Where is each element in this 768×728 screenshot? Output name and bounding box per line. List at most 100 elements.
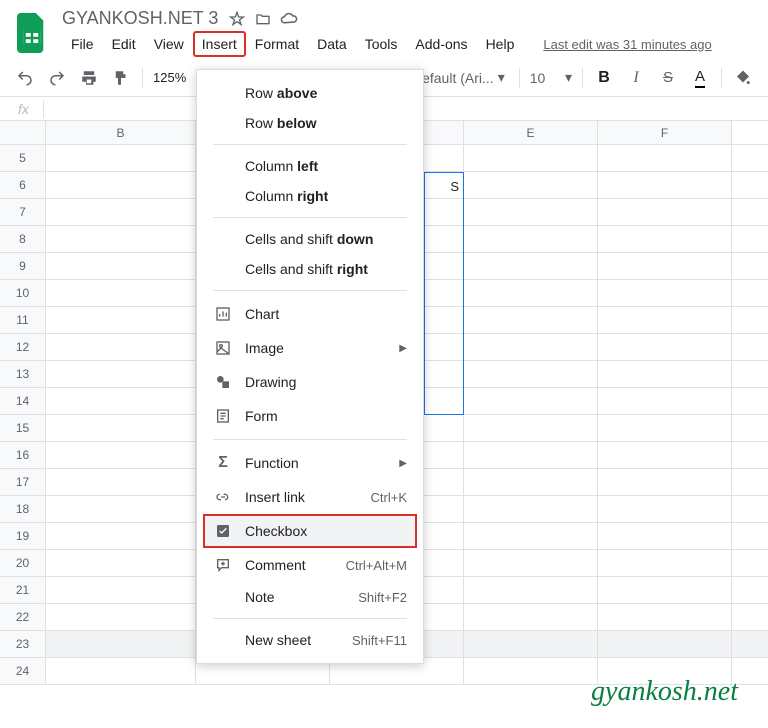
row-header[interactable]: 22 — [0, 604, 46, 630]
row-header[interactable]: 7 — [0, 199, 46, 225]
insert-form[interactable]: Form — [197, 399, 423, 433]
cell[interactable] — [464, 469, 598, 495]
cell[interactable] — [46, 469, 196, 495]
menu-data[interactable]: Data — [308, 31, 356, 57]
cell[interactable] — [464, 388, 598, 414]
cell[interactable] — [464, 631, 598, 657]
menu-file[interactable]: File — [62, 31, 103, 57]
cell[interactable] — [464, 496, 598, 522]
cell[interactable] — [46, 334, 196, 360]
cell[interactable] — [598, 172, 732, 198]
cell[interactable] — [46, 253, 196, 279]
insert-chart[interactable]: Chart — [197, 297, 423, 331]
cloud-status-icon[interactable] — [280, 10, 298, 28]
cell[interactable] — [46, 415, 196, 441]
cell[interactable] — [46, 550, 196, 576]
cell[interactable] — [464, 307, 598, 333]
cell[interactable] — [46, 172, 196, 198]
cell[interactable] — [46, 361, 196, 387]
cell[interactable] — [464, 145, 598, 171]
cell[interactable] — [598, 442, 732, 468]
cell[interactable] — [598, 415, 732, 441]
cell[interactable] — [46, 145, 196, 171]
cell[interactable] — [46, 199, 196, 225]
cell[interactable] — [464, 334, 598, 360]
last-edit-link[interactable]: Last edit was 31 minutes ago — [543, 37, 711, 52]
insert-row-below[interactable]: Row below — [197, 108, 423, 138]
cell[interactable] — [464, 280, 598, 306]
zoom-value[interactable]: 125% — [153, 70, 186, 85]
font-size-select[interactable]: 10 ▾ — [530, 69, 572, 86]
undo-icon[interactable] — [14, 67, 36, 89]
cell[interactable] — [464, 523, 598, 549]
insert-comment[interactable]: CommentCtrl+Alt+M — [197, 548, 423, 582]
cell[interactable] — [464, 658, 598, 684]
column-header[interactable]: F — [598, 121, 732, 144]
cell[interactable] — [46, 307, 196, 333]
cell[interactable] — [46, 442, 196, 468]
cell[interactable] — [46, 280, 196, 306]
move-folder-icon[interactable] — [254, 10, 272, 28]
column-header[interactable]: B — [46, 121, 196, 144]
insert-drawing[interactable]: Drawing — [197, 365, 423, 399]
cell[interactable] — [46, 631, 196, 657]
row-header[interactable]: 18 — [0, 496, 46, 522]
cell[interactable] — [46, 226, 196, 252]
row-header[interactable]: 6 — [0, 172, 46, 198]
row-header[interactable]: 20 — [0, 550, 46, 576]
menu-help[interactable]: Help — [477, 31, 524, 57]
cell[interactable] — [46, 577, 196, 603]
menu-edit[interactable]: Edit — [103, 31, 145, 57]
cell[interactable] — [598, 307, 732, 333]
row-header[interactable]: 10 — [0, 280, 46, 306]
cell[interactable] — [598, 631, 732, 657]
row-header[interactable]: 11 — [0, 307, 46, 333]
cell[interactable] — [464, 253, 598, 279]
row-header[interactable]: 15 — [0, 415, 46, 441]
cell[interactable] — [46, 496, 196, 522]
row-header[interactable]: 24 — [0, 658, 46, 684]
redo-icon[interactable] — [46, 67, 68, 89]
print-icon[interactable] — [78, 67, 100, 89]
row-header[interactable]: 13 — [0, 361, 46, 387]
row-header[interactable]: 23 — [0, 631, 46, 657]
text-color-icon[interactable]: A — [689, 67, 711, 89]
menu-format[interactable]: Format — [246, 31, 308, 57]
insert-cells-right[interactable]: Cells and shift right — [197, 254, 423, 284]
insert-new-sheet[interactable]: New sheetShift+F11 — [197, 625, 423, 655]
paint-format-icon[interactable] — [110, 67, 132, 89]
cell[interactable] — [464, 604, 598, 630]
row-header[interactable]: 5 — [0, 145, 46, 171]
cell[interactable] — [598, 145, 732, 171]
cell[interactable] — [46, 658, 196, 684]
bold-icon[interactable]: B — [593, 67, 615, 89]
cell[interactable] — [464, 442, 598, 468]
insert-row-above[interactable]: Row above — [197, 78, 423, 108]
cell[interactable] — [598, 280, 732, 306]
insert-link[interactable]: Insert linkCtrl+K — [197, 480, 423, 514]
cell[interactable] — [598, 226, 732, 252]
document-title[interactable]: GYANKOSH.NET 3 — [62, 8, 218, 29]
insert-cells-down[interactable]: Cells and shift down — [197, 224, 423, 254]
insert-column-left[interactable]: Column left — [197, 151, 423, 181]
cell[interactable] — [464, 226, 598, 252]
star-icon[interactable] — [228, 10, 246, 28]
menu-addons[interactable]: Add-ons — [406, 31, 476, 57]
row-header[interactable]: 16 — [0, 442, 46, 468]
insert-image[interactable]: Image▶ — [197, 331, 423, 365]
cell[interactable] — [464, 361, 598, 387]
insert-function[interactable]: ΣFunction▶ — [197, 446, 423, 480]
column-header[interactable]: E — [464, 121, 598, 144]
cell[interactable] — [464, 577, 598, 603]
sheets-logo[interactable] — [14, 13, 50, 53]
cell[interactable] — [598, 523, 732, 549]
row-header[interactable]: 19 — [0, 523, 46, 549]
insert-checkbox[interactable]: Checkbox — [203, 514, 417, 548]
cell[interactable] — [598, 550, 732, 576]
menu-view[interactable]: View — [145, 31, 193, 57]
cell[interactable] — [464, 199, 598, 225]
menu-insert[interactable]: Insert — [193, 31, 246, 57]
cell[interactable] — [46, 523, 196, 549]
cell[interactable] — [598, 199, 732, 225]
cell[interactable] — [598, 577, 732, 603]
